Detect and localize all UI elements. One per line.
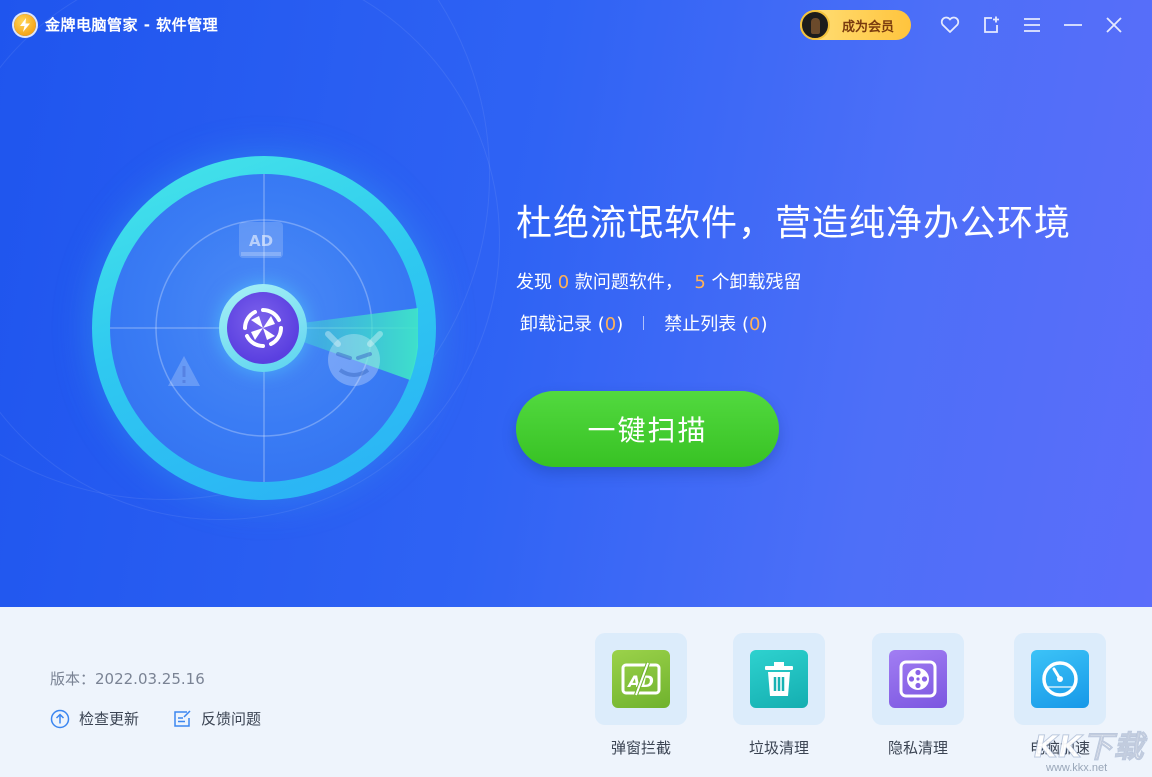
titlebar: 金牌电脑管家 - 软件管理 成为会员	[0, 0, 1152, 50]
blocklist-close: )	[760, 314, 768, 335]
malware-devil-icon	[325, 331, 383, 386]
check-update-link[interactable]: 检查更新	[50, 708, 139, 729]
blocklist-link[interactable]: 禁止列表 (0)	[664, 310, 767, 336]
uninstall-records-close: )	[616, 314, 624, 335]
uninstall-records-label: 卸载记录 (	[520, 314, 605, 335]
popup-block-icon: AD	[612, 650, 670, 708]
upload-arrow-icon	[50, 709, 70, 728]
become-member-button[interactable]: 成为会员	[800, 10, 911, 40]
hero-headline: 杜绝流氓软件，营造纯净办公环境	[516, 203, 1072, 244]
close-icon[interactable]	[1102, 13, 1126, 37]
tool-pc-speedup[interactable]: 电脑加速	[1014, 633, 1106, 757]
favorite-icon[interactable]	[938, 13, 962, 37]
record-links: 卸载记录 (0) 禁止列表 (0)	[520, 310, 767, 336]
problem-software-count: 0	[557, 272, 570, 293]
app-logo-icon	[14, 14, 36, 36]
blocklist-count: 0	[748, 314, 761, 335]
scan-core-icon	[219, 284, 307, 372]
ad-badge-icon: AD	[239, 222, 283, 258]
site-watermark: KK下载 www.kkx.net	[1032, 722, 1150, 777]
watermark-url: www.kkx.net	[1046, 762, 1108, 774]
privacy-film-icon	[889, 650, 947, 708]
app-title: 金牌电脑管家 - 软件管理	[45, 16, 219, 34]
feedback-label: 反馈问题	[201, 710, 262, 728]
svg-text:AD: AD	[249, 232, 273, 250]
footer-panel	[0, 607, 1152, 777]
warning-icon	[168, 356, 200, 386]
feedback-link[interactable]: 反馈问题	[172, 708, 261, 729]
speedometer-icon	[1031, 650, 1089, 708]
check-update-label: 检查更新	[79, 710, 140, 728]
link-divider	[643, 316, 645, 330]
watermark-logo-text: KK下载	[1034, 730, 1145, 766]
uninstall-records-link[interactable]: 卸载记录 (0)	[520, 310, 623, 336]
summary-middle: 款问题软件，	[569, 272, 695, 293]
share-icon[interactable]	[979, 13, 1003, 37]
software-manager-window: 金牌电脑管家 - 软件管理 成为会员 AD 杜绝流氓软件，营造纯净办公环境 发现…	[0, 0, 1152, 777]
tool-junk-clean-label: 垃圾清理	[748, 739, 809, 757]
tool-popup-block[interactable]: AD 弹窗拦截	[595, 633, 687, 757]
feedback-edit-icon	[174, 709, 191, 727]
become-member-label: 成为会员	[842, 19, 895, 35]
version-label: 版本：2022.03.25.16	[50, 670, 205, 688]
blocklist-label: 禁止列表 (	[664, 314, 749, 335]
tool-privacy-clean[interactable]: 隐私清理	[872, 633, 964, 757]
tool-privacy-clean-label: 隐私清理	[887, 739, 948, 757]
tool-popup-block-label: 弹窗拦截	[610, 739, 671, 757]
trash-icon	[750, 650, 808, 708]
scan-summary: 发现 0 款问题软件， 5 个卸载残留	[516, 268, 802, 294]
uninstall-records-count: 0	[604, 314, 617, 335]
tool-junk-clean[interactable]: 垃圾清理	[733, 633, 825, 757]
residue-count: 5	[694, 272, 706, 293]
one-click-scan-button[interactable]: 一键扫描	[516, 391, 779, 467]
minimize-icon[interactable]	[1061, 13, 1085, 37]
summary-prefix: 发现	[516, 272, 558, 293]
hero-panel: 金牌电脑管家 - 软件管理 成为会员 AD 杜绝流氓软件，营造纯净办公环境 发现…	[0, 0, 1152, 607]
menu-icon[interactable]	[1020, 13, 1044, 37]
avatar	[800, 10, 830, 40]
summary-suffix: 个卸载残留	[705, 272, 802, 293]
